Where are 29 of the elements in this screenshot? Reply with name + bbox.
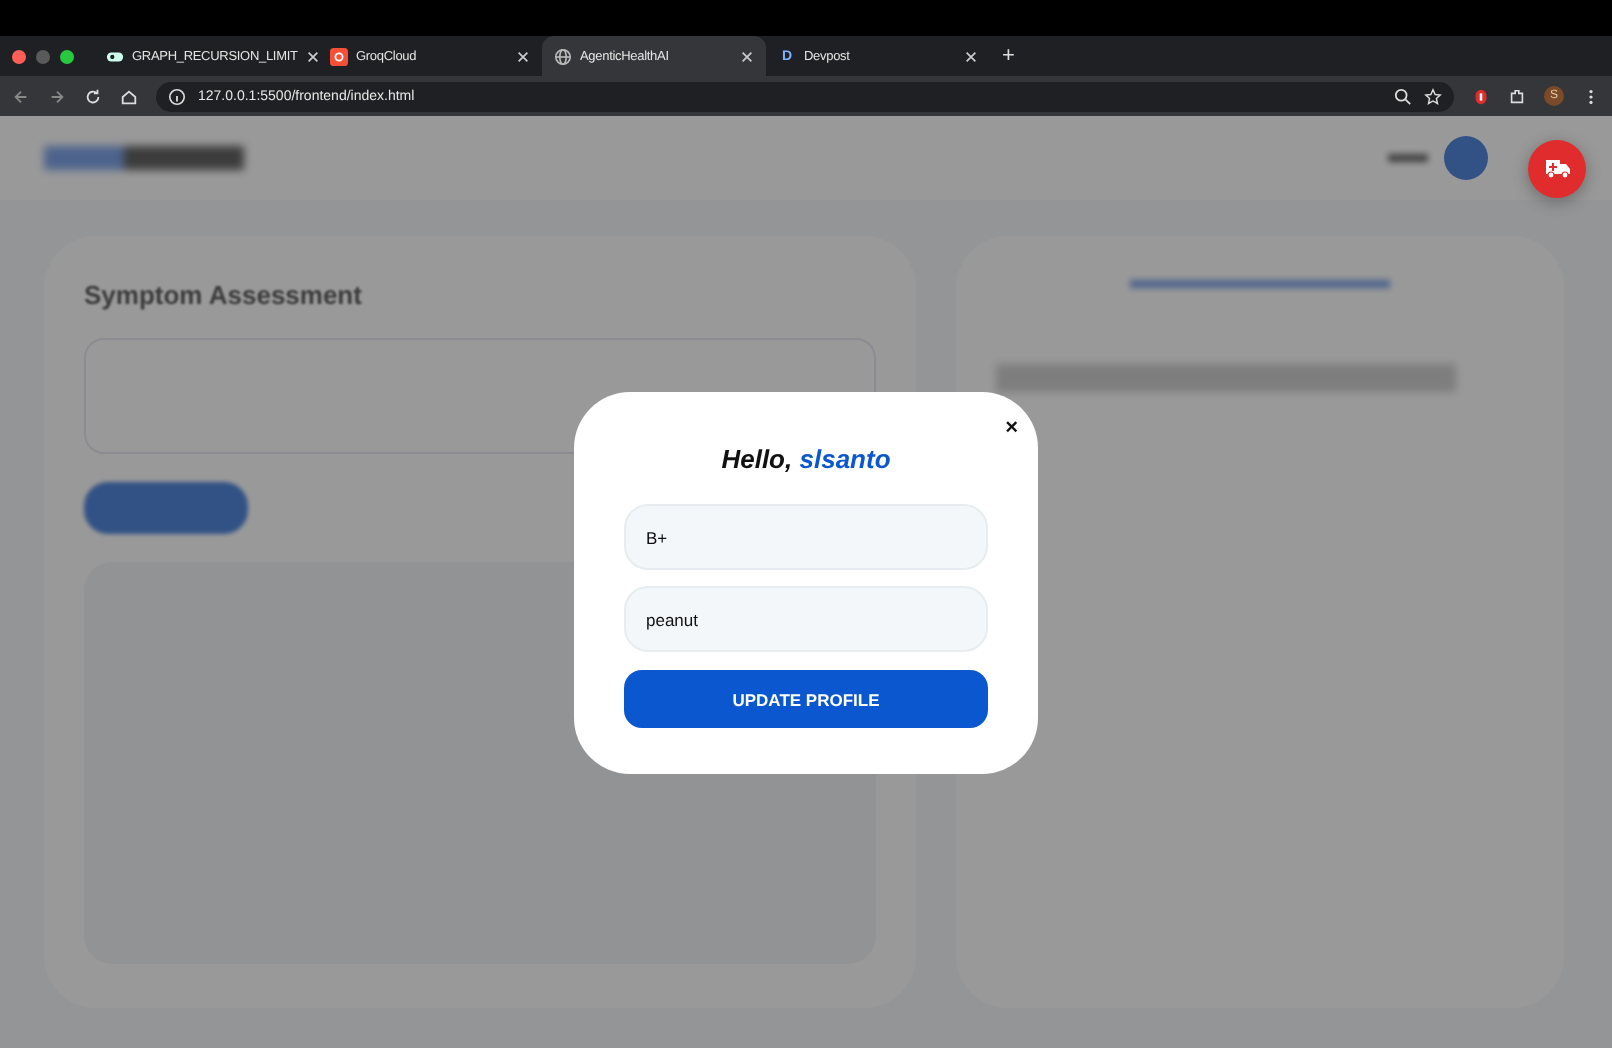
forward-icon[interactable] — [48, 87, 66, 105]
pill-icon — [106, 47, 124, 65]
close-tab-icon[interactable] — [305, 49, 320, 63]
input-field[interactable]: B+ — [624, 504, 988, 570]
close-tab-icon[interactable] — [516, 49, 530, 63]
minimize-window-button[interactable] — [36, 49, 50, 63]
close-window-button[interactable] — [12, 49, 26, 63]
new-tab-button[interactable]: + — [1002, 44, 1015, 68]
close-tab-icon[interactable] — [964, 49, 978, 63]
update-profile-button[interactable]: UPDATE PROFILE — [624, 670, 988, 728]
submit-button[interactable] — [84, 482, 248, 534]
zoom-icon[interactable] — [1394, 87, 1412, 105]
back-icon[interactable] — [12, 87, 30, 105]
close-tab-icon[interactable] — [740, 49, 754, 63]
input-field[interactable]: peanut — [624, 586, 988, 652]
greeting: Hello, slsanto — [721, 444, 891, 474]
globe-icon — [554, 47, 572, 65]
user-avatar[interactable] — [1444, 136, 1488, 180]
ambulance-icon — [1543, 158, 1571, 180]
blurred-label — [1388, 154, 1428, 162]
star-icon[interactable] — [1424, 87, 1442, 105]
home-icon[interactable] — [120, 87, 138, 105]
card-title: Symptom Assessment — [84, 280, 364, 310]
close-button[interactable]: × — [1005, 416, 1018, 440]
puzzle-icon[interactable] — [1508, 87, 1526, 105]
maximize-window-button[interactable] — [60, 49, 74, 63]
reload-icon[interactable] — [84, 87, 102, 105]
extension-icon[interactable] — [1472, 87, 1490, 105]
info-icon — [168, 87, 186, 105]
